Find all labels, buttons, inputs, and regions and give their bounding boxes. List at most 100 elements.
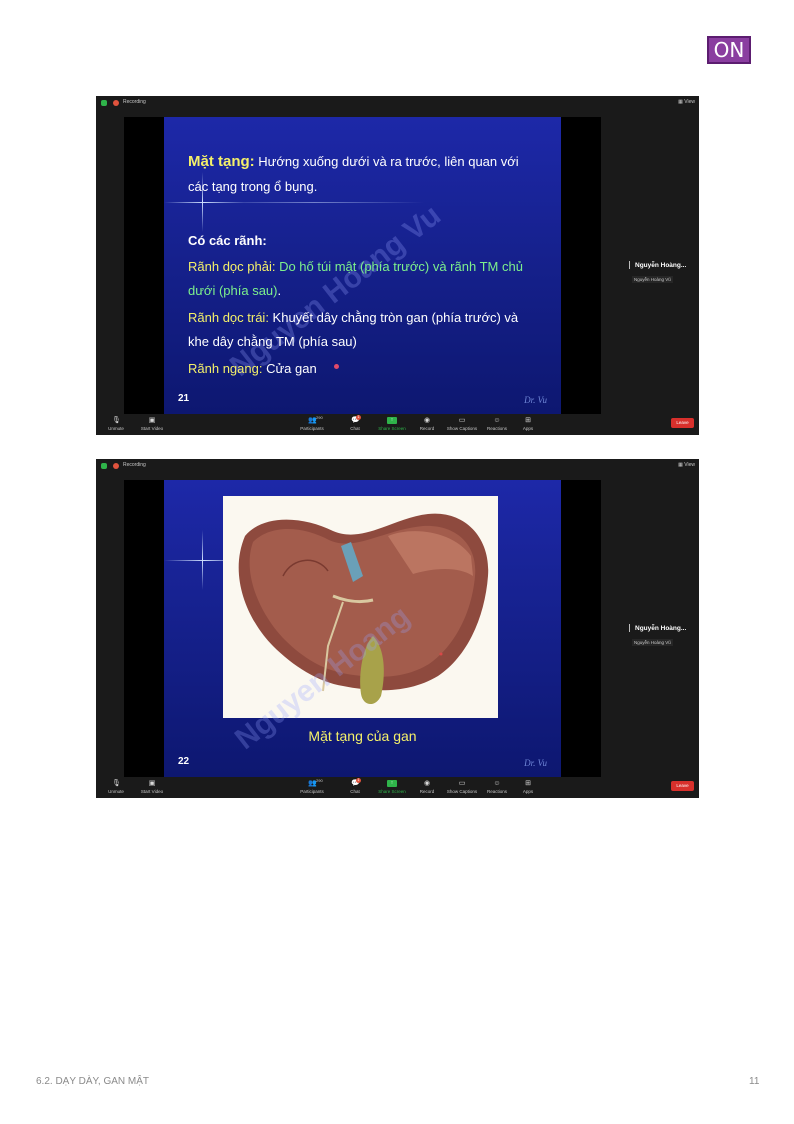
slide-line-1: Mặt tạng: Hướng xuống dưới và ra trước, … xyxy=(188,153,519,170)
slide-heading: Có các rãnh: xyxy=(188,233,267,248)
r1-text: Do hố túi mật (phía trước) và rãnh TM ch… xyxy=(275,259,523,274)
start-video-label: Start Video xyxy=(140,789,164,794)
view-label: View xyxy=(684,462,695,468)
unmute-button[interactable]: 🎙 Unmute xyxy=(96,414,136,431)
slide-line-r3: Rãnh ngang: Cửa gan xyxy=(188,361,317,376)
recording-label: Recording xyxy=(123,99,146,105)
participant-name[interactable]: Nguyễn Hoàng... xyxy=(635,262,686,269)
chat-button[interactable]: 💬 1 Chat xyxy=(335,414,375,431)
r2-text: Khuyết dây chằng tròn gan (phía trước) v… xyxy=(268,310,519,325)
recording-icon xyxy=(113,100,119,106)
apps-icon: ⊞ xyxy=(525,417,531,424)
start-video-label: Start Video xyxy=(140,426,164,431)
view-button[interactable]: ▦ View xyxy=(678,99,695,105)
apps-icon: ⊞ xyxy=(525,780,531,787)
mat-tang-text: Hướng xuống dưới và ra trước, liên quan … xyxy=(254,154,519,169)
video-off-icon: ▣ xyxy=(148,780,156,787)
chat-label: Chat xyxy=(350,789,360,794)
apps-label: Apps xyxy=(522,426,534,431)
flare-line xyxy=(204,202,424,203)
video-off-icon: ▣ xyxy=(148,417,156,424)
record-label: Record xyxy=(419,789,435,794)
start-video-button[interactable]: ▣ Start Video xyxy=(132,414,172,431)
view-button[interactable]: ▦ View xyxy=(678,462,695,468)
share-screen-button[interactable]: ↑ Share Screen xyxy=(372,777,412,794)
participants-count: 290 xyxy=(316,415,323,420)
mat-tang-label: Mặt tạng: xyxy=(188,153,255,170)
record-button[interactable]: ◉ Record xyxy=(407,414,447,431)
participants-label: Participants xyxy=(300,789,324,794)
slide-caption: Mặt tạng của gan xyxy=(308,728,417,744)
show-captions-label: Show Captions xyxy=(446,426,478,431)
recording-icon xyxy=(113,463,119,469)
slide-line-r2b: khe dây chằng TM (phía sau) xyxy=(188,334,357,349)
share-screen-label: Share Screen xyxy=(378,789,406,794)
record-icon: ◉ xyxy=(423,780,431,787)
apps-button[interactable]: ⊞ Apps xyxy=(508,777,548,794)
slide-line-r2: Rãnh dọc trái: Khuyết dây chằng tròn gan… xyxy=(188,310,518,325)
participants-label: Participants xyxy=(300,426,324,431)
shared-screen: Nguyen Hoang Vu Mặt tạng: Hướng xuống dư… xyxy=(124,117,601,414)
reactions-icon: ☺ xyxy=(493,417,501,424)
participant-tile-marker xyxy=(629,261,630,269)
slide-signature: Dr. Vu xyxy=(524,395,547,405)
participants-icon: 👥 xyxy=(308,417,317,424)
recording-label: Recording xyxy=(123,462,146,468)
participants-icon: 👥 xyxy=(308,780,317,787)
slide-signature: Dr. Vu xyxy=(524,758,547,768)
show-captions-button[interactable]: ▭ Show Captions xyxy=(442,414,482,431)
participant-name[interactable]: Nguyễn Hoàng... xyxy=(635,625,686,632)
record-icon: ◉ xyxy=(423,417,431,424)
share-screen-button[interactable]: ↑ Share Screen xyxy=(372,414,412,431)
unmute-label: Unmute xyxy=(108,789,124,794)
participants-button[interactable]: 👥 290 Participants xyxy=(292,777,332,794)
r1-text-2: dưới (phía sau) xyxy=(188,283,278,298)
on-badge: ON xyxy=(707,36,751,64)
apps-button[interactable]: ⊞ Apps xyxy=(508,414,548,431)
leave-button[interactable]: Leave xyxy=(671,418,694,428)
r1-label: Rãnh dọc phải: xyxy=(188,259,276,274)
slide-22: Nguyen Hoang Mặt tạng của gan 22 Dr. Vu xyxy=(164,480,561,777)
record-label: Record xyxy=(419,426,435,431)
zoom-toolbar: 🎙 Unmute ▣ Start Video 👥 290 Participants 💬 1… xyxy=(96,777,699,798)
zoom-toolbar: 🎙 Unmute ▣ Start Video 👥 290 Participants 💬 1… xyxy=(96,414,699,435)
captions-icon: ▭ xyxy=(458,417,466,424)
chat-button[interactable]: 💬 1 Chat xyxy=(335,777,375,794)
flare-icon xyxy=(202,530,203,590)
reactions-icon: ☺ xyxy=(493,780,501,787)
slide-line-r1b: dưới (phía sau). xyxy=(188,283,281,298)
participants-button[interactable]: 👥 290 Participants xyxy=(292,414,332,431)
r3-text: Cửa gan xyxy=(262,361,317,376)
liver-illustration xyxy=(223,496,498,718)
record-button[interactable]: ◉ Record xyxy=(407,777,447,794)
participant-tile-marker xyxy=(629,624,630,632)
participant-caption: Nguyễn Hoàng Vũ xyxy=(632,276,673,283)
slide-line-2: các tạng trong ổ bụng. xyxy=(188,179,318,194)
chat-badge: 1 xyxy=(356,778,361,783)
slide-21: Nguyen Hoang Vu Mặt tạng: Hướng xuống dư… xyxy=(164,117,561,414)
zoom-top-bar: Recording ▦ View xyxy=(96,96,699,110)
share-screen-icon: ↑ xyxy=(387,417,397,424)
laser-pointer-icon xyxy=(334,364,339,369)
r2-label: Rãnh dọc trái: xyxy=(188,310,269,325)
zoom-top-bar: Recording ▦ View xyxy=(96,459,699,473)
chat-label: Chat xyxy=(350,426,360,431)
slide-line-r1: Rãnh dọc phải: Do hố túi mật (phía trước… xyxy=(188,259,523,274)
share-screen-icon: ↑ xyxy=(387,780,397,787)
mic-muted-icon: 🎙 xyxy=(112,780,121,787)
start-video-button[interactable]: ▣ Start Video xyxy=(132,777,172,794)
unmute-label: Unmute xyxy=(108,426,124,431)
shield-icon xyxy=(101,463,107,469)
show-captions-button[interactable]: ▭ Show Captions xyxy=(442,777,482,794)
zoom-screenshot-2: Recording ▦ View Nguyen Hoang Mặt tạng c… xyxy=(96,459,699,798)
footer-section: 6.2. DẠY DÀY, GAN MẬT xyxy=(36,1076,150,1087)
slide-number: 22 xyxy=(178,756,190,767)
r3-label: Rãnh ngang: xyxy=(188,361,263,376)
leave-button[interactable]: Leave xyxy=(671,781,694,791)
share-screen-label: Share Screen xyxy=(378,426,406,431)
footer-page-number: 11 xyxy=(749,1076,760,1087)
participant-caption: Nguyễn Hoàng Vũ xyxy=(632,639,673,646)
shield-icon xyxy=(101,100,107,106)
unmute-button[interactable]: 🎙 Unmute xyxy=(96,777,136,794)
participants-count: 290 xyxy=(316,778,323,783)
